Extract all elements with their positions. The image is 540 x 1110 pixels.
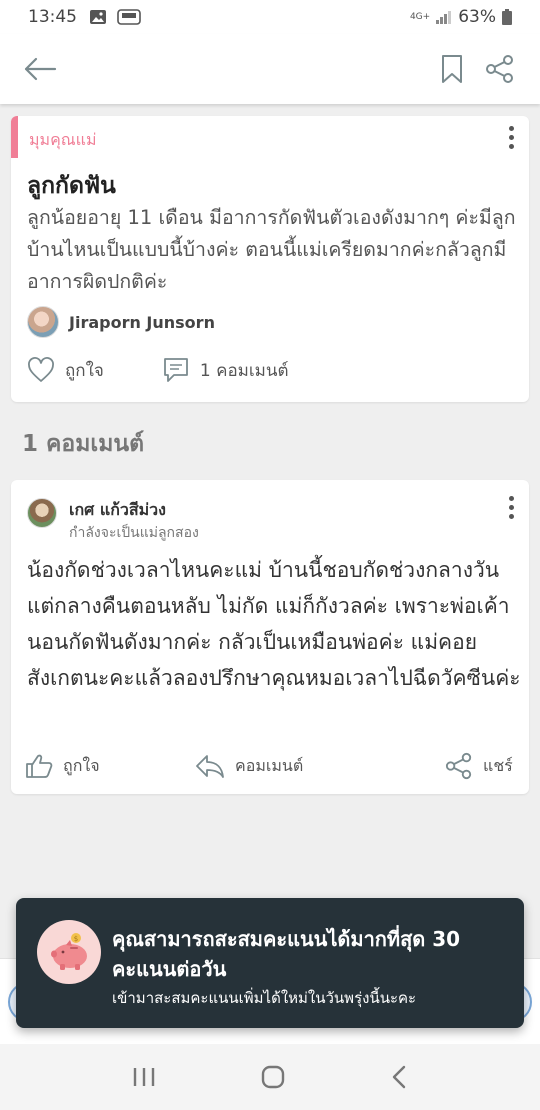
recent-apps-icon[interactable] [132, 1066, 156, 1088]
post-title: ลูกกัดฟัน [27, 173, 116, 199]
comment-body: น้องกัดช่วงเวลาไหนคะแม่ บ้านนี้ชอบกัดช่ว… [27, 558, 521, 690]
status-bar: 13:45 4G+ 63% [0, 0, 540, 34]
toast-title: คุณสามารถสะสมคะแนนได้มากที่สุด 30 คะแนนต… [112, 927, 461, 981]
avatar [27, 306, 59, 338]
comment-reply-label: คอมเมนต์ [235, 755, 304, 775]
comment-like-label: ถูกใจ [63, 755, 100, 775]
home-icon[interactable] [260, 1064, 286, 1090]
gallery-icon [90, 10, 106, 24]
status-right: 4G+ 63% [410, 7, 512, 27]
comment-icon [163, 358, 188, 382]
thumbs-up-icon [26, 754, 53, 778]
comment-share-label: แชร์ [483, 755, 513, 775]
like-button[interactable]: ถูกใจ [27, 357, 104, 384]
system-nav-bar [0, 1044, 540, 1110]
reply-icon [196, 755, 224, 778]
back-button[interactable] [20, 49, 60, 89]
more-dot-icon [508, 126, 514, 131]
like-label: ถูกใจ [65, 360, 104, 381]
battery-percent: 63% [458, 7, 496, 27]
piggy-bank-icon: $ [37, 920, 101, 984]
share-button[interactable] [480, 49, 520, 89]
heart-icon [28, 357, 54, 382]
more-dot-icon [508, 135, 514, 140]
post-body: ลูกน้อยอายุ 11 เดือน มีอาการกัดฟันตัวเอง… [27, 206, 516, 293]
comments-heading: 1 คอมเมนต์ [22, 431, 145, 457]
signal-icon [436, 11, 452, 24]
comment-reply-button[interactable]: คอมเมนต์ [195, 753, 445, 779]
post-more-button[interactable] [507, 126, 515, 149]
share-icon [486, 55, 513, 83]
share-icon [445, 752, 472, 780]
back-nav-icon[interactable] [390, 1065, 408, 1089]
bookmark-button[interactable] [432, 49, 472, 89]
comment-author-subtitle: กำลังจะเป็นแม่ลูกสอง [69, 525, 199, 541]
comment-card: เกศ แก้วสีม่วง กำลังจะเป็นแม่ลูกสอง น้อง… [11, 480, 529, 794]
comment-like-button[interactable]: ถูกใจ [25, 753, 195, 779]
status-icons [89, 8, 141, 26]
more-dot-icon [508, 514, 514, 519]
svg-text:$: $ [74, 935, 78, 943]
comment-more-button[interactable] [507, 496, 515, 519]
post-category[interactable]: มุมคุณแม่ [29, 128, 97, 153]
category-accent-bar [11, 116, 18, 158]
author-name: Jiraporn Junsorn [69, 312, 215, 332]
more-dot-icon [508, 144, 514, 149]
more-dot-icon [508, 496, 514, 501]
notification-badge-icon [117, 9, 141, 25]
status-time: 13:45 [28, 7, 77, 27]
network-type: 4G+ [409, 12, 431, 22]
bookmark-icon [442, 55, 462, 83]
comment-actions: ถูกใจ คอมเมนต์ แชร์ [25, 752, 515, 780]
points-toast[interactable]: $ คุณสามารถสะสมคะแนนได้มากที่สุด 30 คะแน… [16, 898, 524, 1028]
post-actions: ถูกใจ 1 คอมเมนต์ [27, 356, 289, 384]
comment-share-button[interactable]: แชร์ [445, 752, 513, 780]
app-bar [0, 34, 540, 104]
toast-subtitle: เข้ามาสะสมคะแนนเพิ่มได้ใหม่ในวันพรุ่งนี้… [112, 989, 417, 1007]
battery-icon [502, 9, 512, 25]
post-card: มุมคุณแม่ ลูกกัดฟัน ลูกน้อยอายุ 11 เดือน… [11, 116, 529, 402]
back-arrow-icon [24, 57, 57, 81]
post-author[interactable]: Jiraporn Junsorn [27, 306, 215, 338]
comment-count-button[interactable]: 1 คอมเมนต์ [162, 356, 289, 384]
avatar[interactable] [27, 498, 57, 528]
comment-author-name[interactable]: เกศ แก้วสีม่วง [69, 498, 166, 523]
more-dot-icon [508, 505, 514, 510]
comment-count-label: 1 คอมเมนต์ [199, 360, 289, 381]
